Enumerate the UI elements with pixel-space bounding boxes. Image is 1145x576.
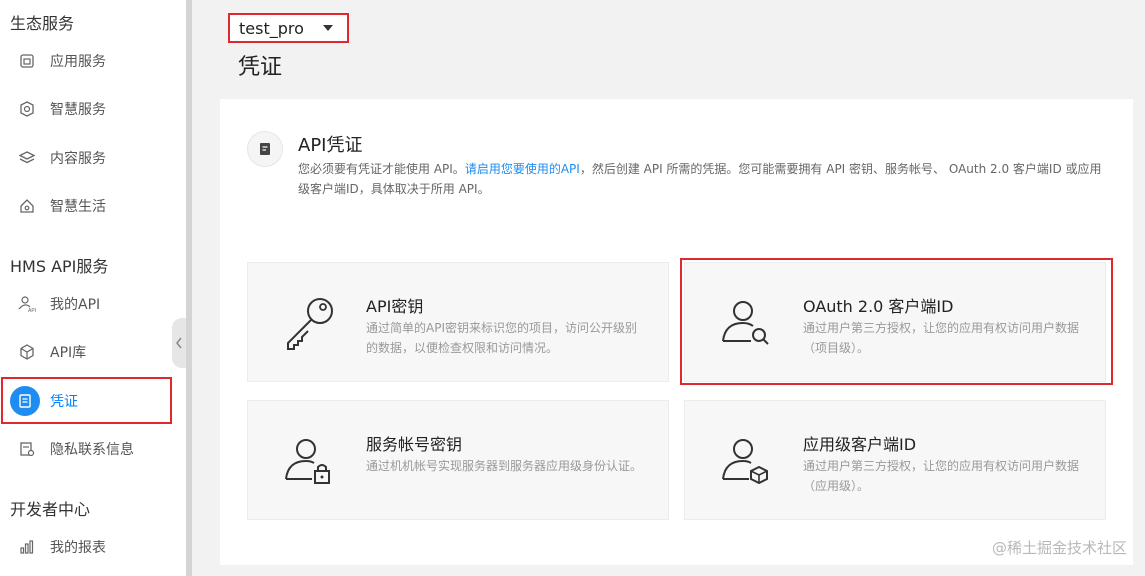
section-title-ecosystem: 生态服务 [10,14,75,33]
svg-text:API: API [28,308,36,313]
enable-api-link[interactable]: 请启用您要使用的API [465,162,580,176]
smart-service-icon [17,99,37,119]
app-service-icon [17,51,37,71]
sidebar-item-label: 应用服务 [50,54,106,70]
sidebar: 生态服务 应用服务 智慧服务 内容服务 智慧生活 HMS API服务 API 我… [0,0,186,576]
card-description: 通过机机帐号实现服务器到服务器应用级身份认证。 [366,459,643,473]
project-select[interactable]: test_pro [228,13,349,43]
sidebar-item-report[interactable]: 我的报表 [0,525,186,569]
section-title-developer-center: 开发者中心 [10,500,91,519]
content-service-icon [17,148,37,168]
card-description: 通过用户第三方授权，让您的应用有权访问用户数据（应用级）。 [803,459,1080,493]
card-app-client-id[interactable]: 应用级客户端ID 通过用户第三方授权，让您的应用有权访问用户数据（应用级）。 [684,400,1106,520]
card-description: 通过简单的API密钥来标识您的项目，访问公开级别的数据，以便检查权限和访问情况。 [366,321,637,355]
sidebar-item-smart-service[interactable]: 智慧服务 [0,87,186,131]
sidebar-item-privacy-contact[interactable]: 隐私联系信息 [0,427,186,471]
key-icon [278,291,342,355]
card-service-account-key[interactable]: 服务帐号密钥 通过机机帐号实现服务器到服务器应用级身份认证。 [247,400,669,520]
active-item-highlight [1,377,172,424]
smart-life-icon [17,196,37,216]
sidebar-scrollbar[interactable] [186,0,192,576]
sidebar-item-label: 内容服务 [50,151,106,167]
api-credential-description: 您必须要有凭证才能使用 API。请启用您要使用的API，然后创建 API 所需的… [298,159,1108,199]
sidebar-item-label: 我的API [50,297,101,313]
card-api-key[interactable]: API密钥 通过简单的API密钥来标识您的项目，访问公开级别的数据，以便检查权限… [247,262,669,382]
sidebar-item-my-api[interactable]: API 我的API [0,282,186,326]
card-title: 应用级客户端ID [803,435,917,454]
api-library-icon [17,342,37,362]
user-box-icon [715,429,779,493]
my-api-icon: API [17,294,37,314]
sidebar-item-app-service[interactable]: 应用服务 [0,39,186,83]
chevron-down-icon [323,25,333,31]
api-credential-title: API凭证 [298,135,363,156]
project-select-value: test_pro [239,18,304,38]
sidebar-item-content-service[interactable]: 内容服务 [0,136,186,180]
api-credential-icon [247,131,283,167]
sidebar-item-api-library[interactable]: API库 [0,330,186,374]
section-title-hms-api: HMS API服务 [10,257,109,276]
card-title: API密钥 [366,297,424,316]
sidebar-item-label: 智慧服务 [50,102,106,118]
page-title: 凭证 [238,55,283,80]
user-lock-icon [278,429,342,493]
sidebar-item-label: API库 [50,345,87,361]
oauth-card-highlight [680,258,1113,385]
sidebar-collapse-handle[interactable] [172,318,186,368]
report-icon [17,537,37,557]
card-title: 服务帐号密钥 [366,435,463,454]
sidebar-item-label: 智慧生活 [50,199,106,215]
api-desc-text-1: 您必须要有凭证才能使用 API。 [298,162,465,176]
sidebar-item-label: 隐私联系信息 [50,442,134,458]
watermark: @稀土掘金技术社区 [991,539,1127,557]
privacy-contact-icon [17,439,37,459]
sidebar-item-smart-life[interactable]: 智慧生活 [0,184,186,228]
sidebar-item-label: 我的报表 [50,540,106,556]
chevron-left-icon [176,337,182,349]
